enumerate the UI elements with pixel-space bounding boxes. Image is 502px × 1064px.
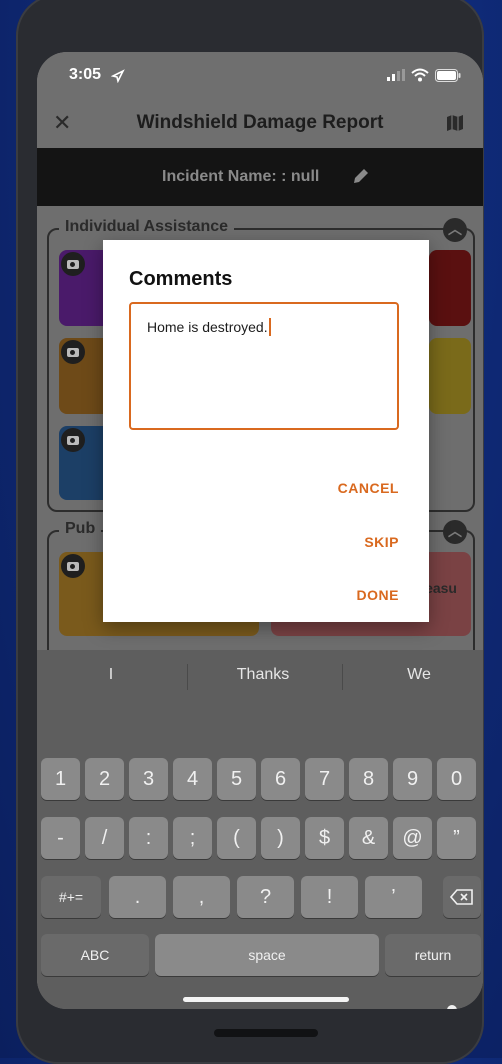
backspace-icon [449,889,473,905]
camera-icon[interactable] [61,252,85,276]
device-speaker-bar [214,1029,318,1037]
home-indicator[interactable] [183,997,349,1002]
suggestion-item[interactable]: I [37,666,185,684]
keyboard-key[interactable]: & [349,817,388,859]
keyboard-key[interactable]: 9 [393,758,432,800]
keyboard-key[interactable]: 3 [129,758,168,800]
keyboard-key[interactable]: ’ [365,876,422,918]
status-icons [387,68,461,82]
chevron-up-icon[interactable]: ︿ [443,520,467,544]
keyboard-key[interactable]: $ [305,817,344,859]
status-time: 3:05 [69,66,102,83]
battery-icon [435,68,461,82]
emoji-icon[interactable] [67,1008,95,1009]
comment-text: Home is destroyed. [147,319,268,335]
comment-input[interactable]: Home is destroyed. [129,302,399,430]
keyboard-key[interactable]: 8 [349,758,388,800]
category-tile[interactable] [429,338,471,414]
return-key[interactable]: return [385,934,481,976]
keyboard-key[interactable]: ” [437,817,476,859]
divider [342,664,343,690]
camera-icon[interactable] [61,340,85,364]
edit-pencil-icon[interactable] [351,166,371,186]
keyboard-key[interactable]: : [129,817,168,859]
signal-icon [387,69,405,81]
location-arrow-icon [111,69,125,83]
dialog-title: Comments [129,268,233,290]
keyboard-key[interactable]: 0 [437,758,476,800]
keyboard-key[interactable]: @ [393,817,432,859]
chevron-up-icon[interactable]: ︿ [443,218,467,242]
keyboard-key[interactable]: ; [173,817,212,859]
keyboard: I Thanks We 1234567890 - /:;() $ & @” #+= .,… [37,650,483,1009]
backspace-key[interactable] [443,876,481,918]
suggestion-bar: I Thanks We [37,650,483,702]
section-label: Pub [59,520,102,538]
incident-bar: Incident Name: : null [37,148,483,206]
keyboard-key[interactable]: ? [237,876,294,918]
keyboard-key[interactable]: - [41,817,80,859]
tile-label: easu [425,580,457,596]
keyboard-key[interactable]: . [109,876,166,918]
keyboard-key[interactable]: 5 [217,758,256,800]
category-tile[interactable] [429,250,471,326]
suggestion-item[interactable]: We [345,666,483,684]
keyboard-key[interactable]: 7 [305,758,344,800]
map-icon[interactable] [445,113,465,133]
keyboard-key[interactable]: 6 [261,758,300,800]
keyboard-key[interactable]: 1 [41,758,80,800]
keyboard-key[interactable]: / [85,817,124,859]
skip-button[interactable]: SKIP [364,534,399,550]
divider [187,664,188,690]
app-header: ✕ Windshield Damage Report [37,100,483,148]
wifi-icon [411,68,429,82]
comments-dialog: Comments Home is destroyed. CANCEL SKIP … [103,240,429,622]
cancel-button[interactable]: CANCEL [338,480,399,496]
camera-icon[interactable] [61,428,85,452]
microphone-icon[interactable] [441,1004,463,1009]
page-title: Windshield Damage Report [136,112,384,133]
keyboard-key[interactable]: 2 [85,758,124,800]
camera-icon[interactable] [61,554,85,578]
keyboard-key[interactable]: , [173,876,230,918]
phone-screen: 3:05 ✕ Windshield Damage Report Incident… [37,52,483,1009]
more-symbols-key[interactable]: #+= [41,876,101,918]
space-key[interactable]: space [155,934,379,976]
keyboard-key[interactable]: 4 [173,758,212,800]
suggestion-item[interactable]: Thanks [189,666,337,684]
status-bar: 3:05 [37,52,483,100]
text-cursor [268,318,271,336]
keyboard-key[interactable]: ( [217,817,256,859]
keyboard-key[interactable]: ! [301,876,358,918]
keyboard-key[interactable]: ) [261,817,300,859]
done-button[interactable]: DONE [357,587,399,603]
section-label: Individual Assistance [59,218,235,236]
incident-name-label: Incident Name: : null [162,168,320,185]
abc-key[interactable]: ABC [41,934,149,976]
